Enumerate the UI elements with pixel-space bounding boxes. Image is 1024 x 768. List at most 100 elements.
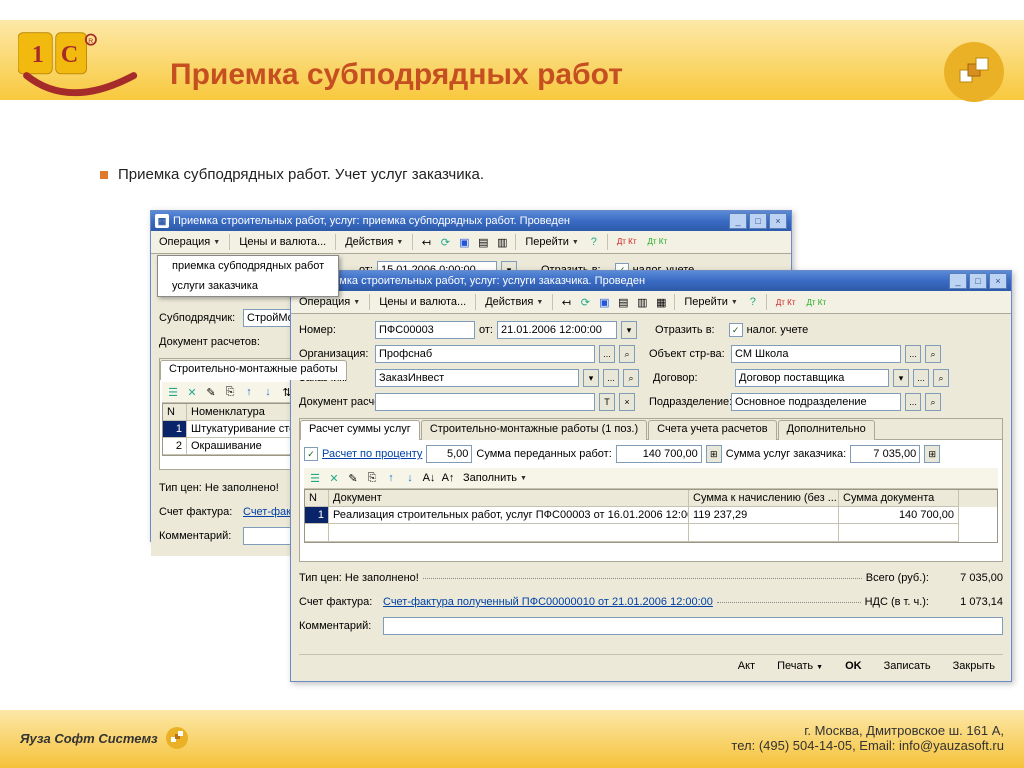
lookup-button[interactable]: ⌕ [623, 369, 639, 387]
maximize-button[interactable]: □ [749, 213, 767, 229]
nav-back-icon[interactable]: ↤ [558, 294, 574, 310]
close-button[interactable]: × [769, 213, 787, 229]
lookup-button[interactable]: ⌕ [619, 345, 635, 363]
calc-by-pct-checkbox[interactable]: ✓ [304, 447, 318, 461]
dtkt2-icon[interactable]: Дт Кт [803, 297, 831, 308]
doc2-icon[interactable]: ▥ [634, 294, 650, 310]
comment-input[interactable] [383, 617, 1003, 635]
table-row[interactable]: 1 Реализация строительных работ, услуг П… [305, 507, 997, 524]
copy-row-icon[interactable]: ⎘ [222, 384, 238, 400]
titlebar[interactable]: ▦ Приемка строительных работ, услуг: усл… [291, 271, 1011, 291]
dropdown-button[interactable]: ▾ [583, 369, 599, 387]
fill-button[interactable]: Заполнить▼ [459, 471, 531, 485]
save-icon[interactable]: ▣ [596, 294, 612, 310]
date-picker-button[interactable]: ▾ [621, 321, 637, 339]
calc-button[interactable]: ⊞ [924, 445, 940, 463]
menu-item-customer-services[interactable]: услуги заказчика [158, 276, 338, 296]
dtkt1-icon[interactable]: Дт Кт [613, 237, 641, 247]
select-button[interactable]: ... [599, 345, 615, 363]
up-icon[interactable]: ↑ [241, 384, 257, 400]
toolbar: Операция▼ Цены и валюта... Действия▼ ↤ ⟳… [151, 231, 791, 254]
nav-back-icon[interactable]: ↤ [418, 234, 434, 250]
act-button[interactable]: Акт [730, 658, 763, 674]
save-icon[interactable]: ▣ [456, 234, 472, 250]
close-button[interactable]: × [989, 273, 1007, 289]
copy-row-icon[interactable]: ⎘ [364, 470, 380, 486]
tb-goto[interactable]: Перейти▼ [521, 235, 583, 249]
help-icon[interactable]: ? [586, 234, 602, 250]
select-button[interactable]: ... [603, 369, 619, 387]
sum-transferred-input[interactable]: 140 700,00 [616, 445, 702, 463]
settlement-doc-input[interactable] [375, 393, 595, 411]
sort-desc-icon[interactable]: A↑ [440, 470, 456, 486]
titlebar[interactable]: ▦ Приемка строительных работ, услуг: при… [151, 211, 791, 231]
customer-input[interactable]: ЗаказИнвест [375, 369, 579, 387]
down-icon[interactable]: ↓ [402, 470, 418, 486]
lookup-button[interactable]: ⌕ [925, 393, 941, 411]
add-row-icon[interactable]: ☰ [307, 470, 323, 486]
dtkt1-icon[interactable]: Дт Кт [772, 297, 800, 308]
sort-asc-icon[interactable]: A↓ [421, 470, 437, 486]
menu-item-subcontract[interactable]: приемка субподрядных работ [158, 256, 338, 276]
refresh-icon[interactable]: ⟳ [577, 294, 593, 310]
ok-button[interactable]: OK [837, 658, 870, 674]
object-input[interactable]: СМ Школа [731, 345, 901, 363]
del-row-icon[interactable]: ✕ [326, 470, 342, 486]
lookup-button[interactable]: ⌕ [933, 369, 949, 387]
close-button[interactable]: Закрыть [945, 658, 1003, 674]
svg-text:1: 1 [32, 42, 44, 68]
lookup-button[interactable]: ⌕ [925, 345, 941, 363]
window-customer-services: ▦ Приемка строительных работ, услуг: усл… [290, 270, 1012, 682]
app-icon: ▦ [155, 214, 169, 228]
tab-accounts[interactable]: Счета учета расчетов [648, 420, 776, 440]
contact-info: г. Москва, Дмитровское ш. 161 А, тел: (4… [731, 723, 1004, 753]
tab-calc[interactable]: Расчет суммы услуг [300, 420, 420, 440]
down-icon[interactable]: ↓ [260, 384, 276, 400]
tb-prices[interactable]: Цены и валюта... [375, 295, 470, 309]
calc-button[interactable]: ⊞ [706, 445, 722, 463]
doc-icon[interactable]: ▤ [615, 294, 631, 310]
edit-row-icon[interactable]: ✎ [345, 470, 361, 486]
del-row-icon[interactable]: ✕ [184, 384, 200, 400]
select-button[interactable]: ... [905, 345, 921, 363]
tab-extra[interactable]: Дополнительно [778, 420, 875, 440]
tb-operation[interactable]: Операция▼ [295, 295, 364, 309]
dropdown-button[interactable]: ▾ [893, 369, 909, 387]
nalog-checkbox[interactable]: ✓ [729, 323, 743, 337]
doc3-icon[interactable]: ▦ [653, 294, 669, 310]
minimize-button[interactable]: _ [729, 213, 747, 229]
tab-smr[interactable]: Строительно-монтажные работы [160, 360, 347, 380]
clear-button[interactable]: × [619, 393, 635, 411]
maximize-button[interactable]: □ [969, 273, 987, 289]
doc2-icon[interactable]: ▥ [494, 234, 510, 250]
org-input[interactable]: Профснаб [375, 345, 595, 363]
number-input[interactable]: ПФС00003 [375, 321, 475, 339]
tb-actions[interactable]: Действия▼ [341, 235, 407, 249]
date-input[interactable]: 21.01.2006 12:00:00 [497, 321, 617, 339]
help-icon[interactable]: ? [745, 294, 761, 310]
select-button[interactable]: ... [913, 369, 929, 387]
doc-icon[interactable]: ▤ [475, 234, 491, 250]
tab-smr[interactable]: Строительно-монтажные работы (1 поз.) [421, 420, 647, 440]
minimize-button[interactable]: _ [949, 273, 967, 289]
invoice-link[interactable]: Счет-фактура полученный ПФС00000010 от 2… [383, 596, 713, 608]
tb-operation[interactable]: Операция▼ [155, 235, 224, 249]
refresh-icon[interactable]: ⟳ [437, 234, 453, 250]
dtkt2-icon[interactable]: Дт Кт [644, 237, 672, 247]
tb-prices[interactable]: Цены и валюта... [235, 235, 330, 249]
select-button[interactable]: ... [905, 393, 921, 411]
bullet-text: Приемка субподрядных работ. Учет услуг з… [100, 166, 484, 183]
sum-services-input[interactable]: 7 035,00 [850, 445, 920, 463]
department-input[interactable]: Основное подразделение [731, 393, 901, 411]
edit-row-icon[interactable]: ✎ [203, 384, 219, 400]
print-button[interactable]: Печать ▼ [769, 658, 831, 674]
save-button[interactable]: Записать [876, 658, 939, 674]
add-row-icon[interactable]: ☰ [165, 384, 181, 400]
company-name: Яуза Софт Системз [20, 727, 188, 749]
tb-goto[interactable]: Перейти▼ [680, 295, 742, 309]
percent-input[interactable]: 5,00 [426, 445, 472, 463]
tb-actions[interactable]: Действия▼ [481, 295, 547, 309]
contract-input[interactable]: Договор поставщика [735, 369, 889, 387]
select-button[interactable]: T [599, 393, 615, 411]
up-icon[interactable]: ↑ [383, 470, 399, 486]
